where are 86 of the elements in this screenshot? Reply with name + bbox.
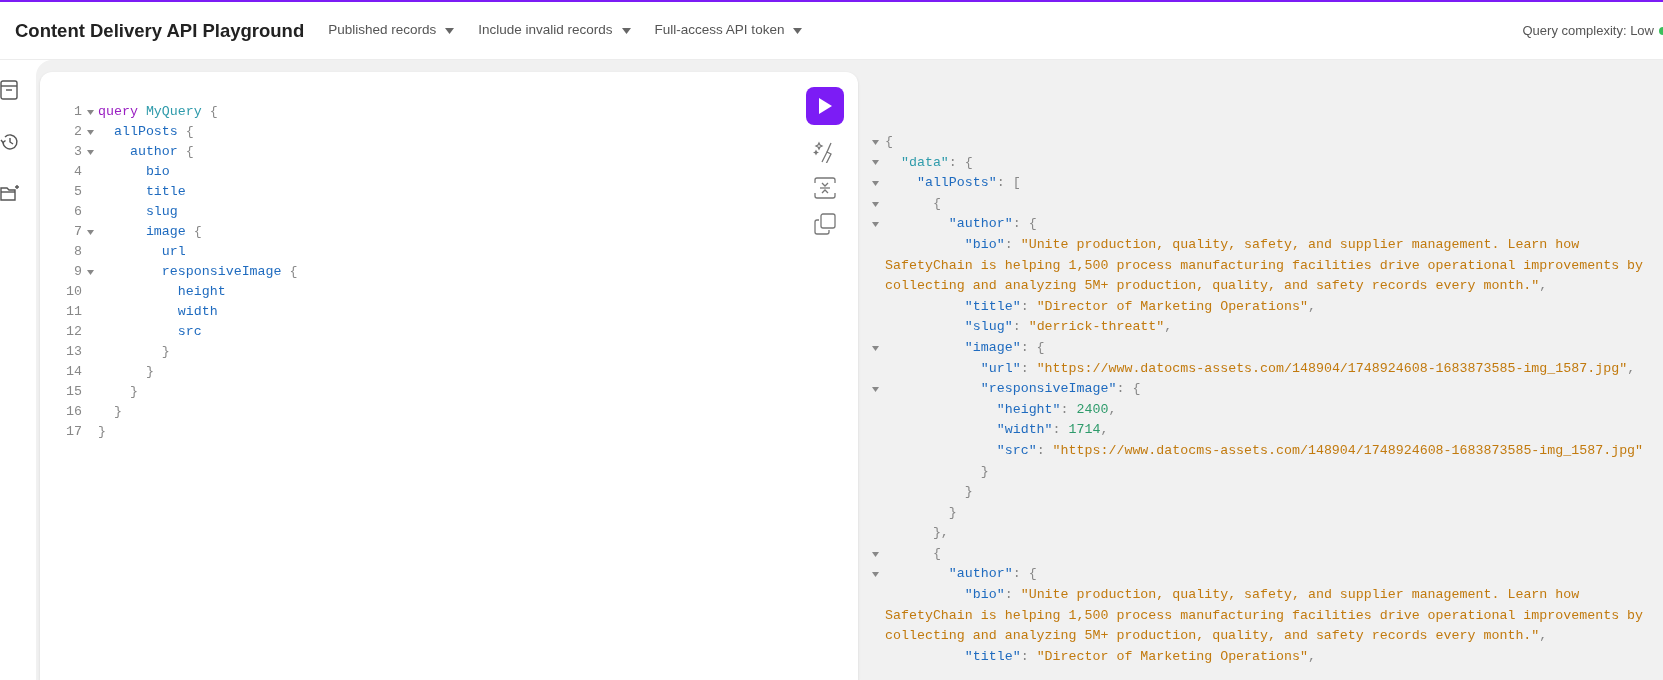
json-line: }	[947, 503, 958, 522]
line-number: 11	[65, 303, 82, 321]
line-number: 13	[65, 343, 82, 361]
history-icon[interactable]	[0, 132, 20, 152]
run-button[interactable]	[806, 87, 844, 125]
json-line: {	[931, 544, 942, 563]
json-line: "author": {	[947, 215, 1038, 234]
code-line: allPosts {	[112, 123, 194, 141]
fold-arrow-icon[interactable]	[86, 129, 94, 135]
line-number: 9	[73, 263, 82, 281]
app-title: Content Delivery API Playground	[15, 18, 305, 43]
line-number: 1	[73, 103, 82, 121]
json-line: }	[979, 462, 990, 481]
json-line: "height": 2400,	[995, 400, 1118, 419]
code-line: }	[98, 423, 106, 441]
copy-icon[interactable]	[814, 213, 836, 235]
line-number: 16	[65, 403, 82, 421]
code-line: }	[112, 403, 122, 421]
code-line: url	[160, 243, 186, 261]
json-line: "allPosts": [	[915, 174, 1022, 193]
fold-arrow-icon[interactable]	[86, 229, 94, 235]
json-line: "slug": "derrick-threatt",	[963, 318, 1174, 337]
line-number: 6	[73, 203, 82, 221]
json-line: "image": {	[963, 338, 1046, 357]
fold-arrow-icon[interactable]	[872, 345, 879, 351]
line-number: 2	[73, 123, 82, 141]
merge-icon[interactable]	[814, 177, 836, 199]
fold-arrow-icon[interactable]	[872, 181, 879, 186]
json-line: "author": {	[947, 565, 1038, 584]
folder-sparkle-icon[interactable]	[0, 184, 20, 202]
json-line: "width": 1714,	[995, 421, 1110, 440]
line-number: 10	[65, 283, 82, 301]
code-line: }	[144, 363, 154, 381]
archive-icon[interactable]	[0, 80, 18, 100]
json-line: },	[931, 524, 950, 543]
fold-arrow-icon[interactable]	[872, 201, 879, 207]
fold-arrow-icon[interactable]	[872, 572, 879, 578]
fold-arrow-icon[interactable]	[872, 551, 879, 557]
code-line: src	[176, 323, 202, 341]
fold-arrow-icon[interactable]	[872, 222, 879, 228]
line-number: 12	[65, 323, 82, 341]
code-line: }	[160, 343, 170, 361]
line-number: 7	[73, 223, 82, 241]
code-line: query MyQuery {	[98, 103, 218, 121]
code-line: width	[176, 303, 218, 321]
json-line: {	[885, 133, 894, 151]
json-line: "bio": "Unite production, quality, safety, and supplier management. Learn how SafetyChain is helping 1,500 process manufacturing facilities drive operational improvements by collecting and analyzing 5M+ production, quality, and safety records every month.",	[885, 586, 1645, 646]
dropdown-button[interactable]: Published records	[328, 20, 455, 41]
json-line: }	[963, 483, 974, 502]
fold-arrow-icon[interactable]	[86, 109, 94, 115]
line-number: 4	[73, 163, 82, 181]
line-number: 15	[65, 383, 82, 401]
dropdown-button[interactable]: Include invalid records	[478, 20, 631, 41]
code-line: responsiveImage {	[160, 263, 298, 281]
fold-arrow-icon[interactable]	[872, 386, 879, 392]
caret-icon	[445, 27, 455, 34]
caret-icon	[793, 27, 803, 34]
line-number: 14	[65, 363, 82, 381]
json-line: "title": "Director of Marketing Operations",	[963, 647, 1317, 666]
dropdown-button[interactable]: Full-access API token	[654, 20, 803, 41]
code-line: }	[128, 383, 138, 401]
fold-arrow-icon[interactable]	[86, 269, 94, 275]
line-number: 8	[73, 243, 82, 261]
code-line: title	[144, 183, 186, 201]
fold-arrow-icon[interactable]	[86, 149, 94, 155]
fold-arrow-icon[interactable]	[872, 139, 879, 145]
play-icon	[817, 97, 833, 115]
json-line: "data": {	[899, 153, 974, 172]
line-number: 3	[73, 143, 82, 161]
json-line: {	[931, 194, 942, 213]
code-line: height	[176, 283, 226, 301]
json-line: "title": "Director of Marketing Operations",	[963, 297, 1317, 316]
fold-arrow-icon[interactable]	[872, 160, 879, 166]
query-complexity: Query complexity: Low	[1522, 21, 1654, 40]
query-editor[interactable]: 1 query MyQuery { 2 allPosts { 3 author { 4 bio 5 title 6 slug 7 image { 8 url 9 responsiveImage { 10 height 11 width 12 src 13 } 14 } 15 } 16 } 17 }	[40, 72, 858, 680]
code-line: author {	[128, 143, 194, 161]
json-line: "src": "https://www.datocms-assets.com/148904/1748924608-1683873585-img_1587.jpg"	[995, 441, 1645, 460]
code-line: slug	[144, 203, 178, 221]
code-line: image {	[144, 223, 202, 241]
caret-icon	[621, 27, 631, 34]
json-line: "url": "https://www.datocms-assets.com/148904/1748924608-1683873585-img_1587.jpg",	[979, 359, 1637, 378]
line-number: 17	[65, 423, 82, 441]
json-line: "responsiveImage": {	[979, 380, 1142, 399]
json-line: "bio": "Unite production, quality, safety, and supplier management. Learn how SafetyChain is helping 1,500 process manufacturing facilities drive operational improvements by collecting and analyzing 5M+ production, quality, and safety records every month.",	[885, 235, 1645, 296]
line-number: 5	[73, 183, 82, 201]
code-line: bio	[144, 163, 170, 181]
